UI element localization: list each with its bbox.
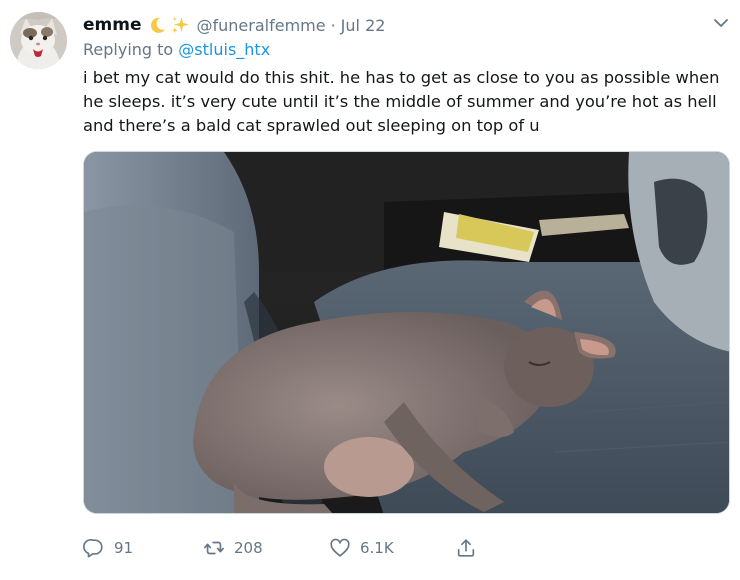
reply-mention-link[interactable]: @stluis_htx [178, 40, 270, 59]
tweet-actions: 91 208 6.1K [83, 534, 503, 562]
avatar-cat-image [10, 12, 67, 69]
crescent-moon-icon [148, 16, 167, 35]
like-count: 6.1K [360, 539, 394, 557]
sparkles-icon [171, 16, 190, 35]
retweet-icon [204, 541, 224, 555]
tweet-header: emme @funeralfemme · Jul 22 [83, 13, 385, 37]
reply-count: 91 [114, 539, 134, 557]
avatar[interactable] [10, 12, 67, 69]
chevron-down-icon[interactable] [712, 14, 730, 32]
retweet-button[interactable]: 208 [203, 534, 263, 562]
replying-to-label: Replying to [83, 40, 174, 59]
header-separator: · [330, 15, 336, 35]
share-button[interactable] [455, 534, 486, 562]
share-icon [457, 539, 475, 557]
tweet-text: i bet my cat would do this shit. he has … [83, 68, 720, 135]
tweet[interactable]: emme @funeralfemme · Jul 22 Replying to … [0, 0, 740, 580]
reply-icon [83, 539, 103, 558]
like-button[interactable]: 6.1K [329, 534, 394, 562]
user-handle[interactable]: @funeralfemme [197, 16, 326, 35]
reply-button[interactable]: 91 [83, 534, 133, 562]
heart-icon [330, 538, 350, 557]
tweet-date[interactable]: Jul 22 [341, 16, 386, 35]
tweet-photo[interactable] [83, 151, 730, 514]
replying-to: Replying to @stluis_htx [83, 40, 270, 59]
display-name[interactable]: emme [83, 15, 142, 35]
retweet-count: 208 [234, 539, 263, 557]
sleeping-cat-photo [84, 152, 729, 513]
